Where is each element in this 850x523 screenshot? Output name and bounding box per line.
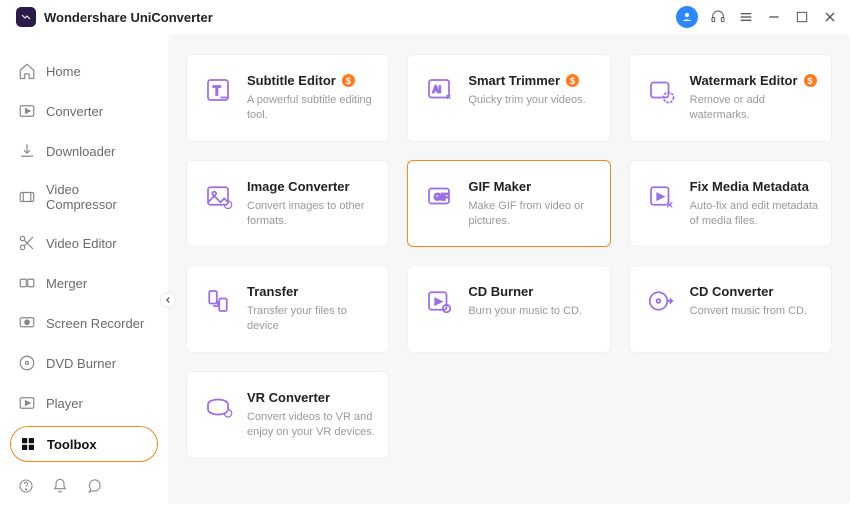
sidebar-item-label: Merger (46, 276, 87, 291)
tool-card-image-converter[interactable]: Image Converter $ Convert images to othe… (186, 160, 389, 248)
tool-icon (203, 286, 233, 316)
tool-title: GIF Maker (468, 179, 531, 194)
sidebar-item-dvd-burner[interactable]: DVD Burner (10, 346, 158, 380)
tool-title: Smart Trimmer (468, 73, 560, 88)
sidebar-item-label: Player (46, 396, 83, 411)
tool-title: CD Converter (690, 284, 774, 299)
tool-desc: Auto-fix and edit metadata of media file… (690, 199, 819, 229)
compressor-icon (18, 188, 36, 206)
tool-title: Image Converter (247, 179, 350, 194)
sidebar-item-video-editor[interactable]: Video Editor (10, 226, 158, 260)
sidebar-item-label: Video Editor (46, 236, 117, 251)
tool-icon: T (203, 75, 233, 105)
app-title: Wondershare UniConverter (44, 10, 213, 25)
premium-badge-icon: $ (804, 74, 817, 87)
tool-icon (203, 392, 233, 422)
tool-desc: Transfer your files to device (247, 304, 376, 334)
tool-desc: Convert videos to VR and enjoy on your V… (247, 410, 376, 440)
tool-title: Watermark Editor (690, 73, 798, 88)
recorder-icon (18, 314, 36, 332)
tool-icon (646, 286, 676, 316)
close-button[interactable] (822, 9, 838, 25)
scissors-icon (18, 234, 36, 252)
grid-icon (19, 435, 37, 453)
tool-title: Fix Media Metadata (690, 179, 809, 194)
sidebar-item-player[interactable]: Player (10, 386, 158, 420)
bell-icon[interactable] (52, 478, 68, 494)
home-icon (18, 62, 36, 80)
tool-card-cd-converter[interactable]: CD Converter $ Convert music from CD. (629, 265, 832, 353)
tool-card-smart-trimmer[interactable]: AI Smart Trimmer $ Quicky trim your vide… (407, 54, 610, 142)
sidebar-item-label: Toolbox (47, 437, 97, 452)
svg-text:T: T (213, 84, 221, 98)
sidebar-item-label: Converter (46, 104, 103, 119)
download-icon (18, 142, 36, 160)
sidebar-item-downloader[interactable]: Downloader (10, 134, 158, 168)
svg-text:GIF: GIF (434, 191, 449, 201)
tool-card-subtitle-editor[interactable]: T Subtitle Editor $ A powerful subtitle … (186, 54, 389, 142)
tool-desc: Burn your music to CD. (468, 304, 582, 319)
premium-badge-icon: $ (566, 74, 579, 87)
tool-desc: Make GIF from video or pictures. (468, 199, 597, 229)
tool-icon: GIF (424, 181, 454, 211)
tool-icon: AI (424, 75, 454, 105)
premium-badge-icon: $ (342, 74, 355, 87)
tool-title: Transfer (247, 284, 298, 299)
sidebar-item-label: Home (46, 64, 81, 79)
tool-card-cd-burner[interactable]: CD Burner $ Burn your music to CD. (407, 265, 610, 353)
titlebar: Wondershare UniConverter (0, 0, 850, 34)
sidebar-item-label: Downloader (46, 144, 115, 159)
tool-desc: Convert images to other formats. (247, 199, 376, 229)
content-area: T Subtitle Editor $ A powerful subtitle … (168, 34, 850, 504)
svg-text:AI: AI (433, 85, 441, 95)
merger-icon (18, 274, 36, 292)
minimize-button[interactable] (766, 9, 782, 25)
tool-title: CD Burner (468, 284, 533, 299)
tool-icon (646, 75, 676, 105)
feedback-icon[interactable] (86, 478, 102, 494)
converter-icon (18, 102, 36, 120)
tool-card-watermark-editor[interactable]: Watermark Editor $ Remove or add waterma… (629, 54, 832, 142)
sidebar-item-home[interactable]: Home (10, 54, 158, 88)
tool-card-gif-maker[interactable]: GIF GIF Maker $ Make GIF from video or p… (407, 160, 610, 248)
tool-icon (424, 286, 454, 316)
sidebar-collapse-button[interactable] (160, 292, 176, 308)
tool-title: Subtitle Editor (247, 73, 336, 88)
tool-card-transfer[interactable]: Transfer $ Transfer your files to device (186, 265, 389, 353)
tool-icon (646, 181, 676, 211)
tool-card-fix-media-metadata[interactable]: Fix Media Metadata $ Auto-fix and edit m… (629, 160, 832, 248)
maximize-button[interactable] (794, 9, 810, 25)
sidebar-item-video-compressor[interactable]: Video Compressor (10, 174, 158, 220)
sidebar-item-screen-recorder[interactable]: Screen Recorder (10, 306, 158, 340)
tool-desc: Remove or add watermarks. (690, 93, 819, 123)
disc-icon (18, 354, 36, 372)
help-icon[interactable] (18, 478, 34, 494)
tool-desc: Quicky trim your videos. (468, 93, 585, 108)
tool-desc: Convert music from CD. (690, 304, 807, 319)
tool-card-vr-converter[interactable]: VR Converter $ Convert videos to VR and … (186, 371, 389, 459)
play-icon (18, 394, 36, 412)
headset-icon[interactable] (710, 9, 726, 25)
app-logo (16, 7, 36, 27)
tool-desc: A powerful subtitle editing tool. (247, 93, 376, 123)
user-account-button[interactable] (676, 6, 698, 28)
sidebar-item-label: Screen Recorder (46, 316, 144, 331)
menu-icon[interactable] (738, 9, 754, 25)
tool-title: VR Converter (247, 390, 330, 405)
sidebar: Home Converter Downloader Video Compress… (0, 34, 168, 504)
tool-icon (203, 181, 233, 211)
sidebar-item-converter[interactable]: Converter (10, 94, 158, 128)
sidebar-item-merger[interactable]: Merger (10, 266, 158, 300)
sidebar-item-label: DVD Burner (46, 356, 116, 371)
sidebar-item-toolbox[interactable]: Toolbox (10, 426, 158, 462)
sidebar-item-label: Video Compressor (46, 182, 150, 212)
